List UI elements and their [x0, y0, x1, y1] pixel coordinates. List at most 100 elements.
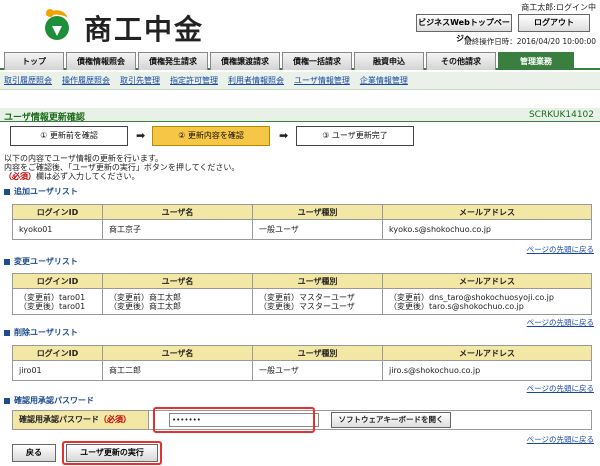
add-users-table: ログインID ユーザ名 ユーザ種別 メールアドレス kyoko01 商工京子 一… [12, 204, 592, 240]
password-highlight-frame [153, 407, 315, 433]
tab-other-requests[interactable]: その他請求 [426, 52, 496, 70]
page-top-link[interactable]: ページの先頭に戻る [527, 244, 594, 255]
cell-login-id: kyoko01 [12, 219, 103, 240]
subnav-operation-history[interactable]: 操作履歴照会 [62, 75, 110, 86]
col-email: メールアドレス [382, 345, 592, 361]
cell-email: kyoko.s@shokochuo.co.jp [382, 219, 592, 240]
tab-claim-issue[interactable]: 債権発生請求 [138, 52, 208, 70]
col-login-id: ログインID [12, 273, 103, 289]
subnav-user-info-inquiry[interactable]: 利用者情報照会 [228, 75, 284, 86]
cell-login-id: jiro01 [12, 360, 103, 381]
tab-top[interactable]: トップ [4, 52, 64, 70]
required-marker: （必須） [4, 172, 36, 181]
section-change-users: 変更ユーザリスト [4, 256, 78, 267]
software-keyboard-button[interactable]: ソフトウェアキーボードを開く [331, 412, 451, 428]
subnav-company-management[interactable]: 企業情報管理 [360, 75, 408, 86]
sub-navigation: 取引履歴照会 操作履歴照会 取引先管理 指定許可管理 利用者情報照会 ユーザ情報… [0, 72, 600, 90]
step-confirm-changes: ② 更新内容を確認 [152, 126, 270, 146]
section-bullet-icon [4, 188, 10, 195]
section-title: 確認用承認パスワード [14, 396, 94, 405]
subnav-transaction-history[interactable]: 取引履歴照会 [4, 75, 52, 86]
cell-user-name: （変更前）商工太郎 （変更後）商工太郎 [102, 288, 253, 315]
tab-claim-batch[interactable]: 債権一括請求 [282, 52, 352, 70]
section-delete-users: 削除ユーザリスト [4, 327, 78, 338]
intro-line-2: 内容をご確認後、「ユーザ更新の実行」ボタンを押してください。 [4, 163, 240, 172]
table-header-row: ログインID ユーザ名 ユーザ種別 メールアドレス [12, 204, 592, 220]
table-row: kyoko01 商工京子 一般ユーザ kyoko.s@shokochuo.co.… [12, 219, 592, 240]
subnav-permission-management[interactable]: 指定許可管理 [170, 75, 218, 86]
back-button[interactable]: 戻る [12, 444, 56, 462]
step-arrow-icon: ➡ [136, 129, 146, 142]
intro-text: 以下の内容でユーザ情報の更新を行います。 内容をご確認後、「ユーザ更新の実行」ボ… [4, 154, 239, 181]
screen-code: SCRKUK14102 [528, 110, 594, 120]
cell-login-id: （変更前）taro01 （変更後）taro01 [12, 288, 103, 315]
col-user-name: ユーザ名 [102, 273, 253, 289]
before-value: （変更前）マスターユーザ [259, 292, 355, 302]
col-user-type: ユーザ種別 [252, 273, 383, 289]
cell-user-name: 商工二郎 [102, 360, 253, 381]
section-bullet-icon [4, 258, 10, 265]
tab-claim-inquiry[interactable]: 債権情報照会 [66, 52, 136, 70]
password-label-text: 確認用承認パスワード [19, 415, 99, 424]
col-user-type: ユーザ種別 [252, 204, 383, 220]
before-value: （変更前）taro01 [19, 292, 86, 302]
tab-loan-application[interactable]: 融資申込 [354, 52, 424, 70]
subnav-partner-management[interactable]: 取引先管理 [120, 75, 160, 86]
cell-user-type: 一般ユーザ [252, 219, 383, 240]
user-greeting: 商工太郎:ログイン中 [521, 3, 596, 12]
cell-user-name: 商工京子 [102, 219, 253, 240]
delete-users-table: ログインID ユーザ名 ユーザ種別 メールアドレス jiro01 商工二郎 一般… [12, 345, 592, 381]
col-login-id: ログインID [12, 345, 103, 361]
execute-highlight-frame [62, 441, 162, 465]
page-title-bar: ユーザ情報更新確認 SCRKUK14102 [0, 108, 600, 123]
logout-button[interactable]: ログアウト [518, 14, 590, 32]
col-email: メールアドレス [382, 273, 592, 289]
after-value: （変更後）マスターユーザ [259, 301, 355, 311]
col-email: メールアドレス [382, 204, 592, 220]
intro-line-3: 欄は必ず入力してください。 [36, 172, 140, 181]
cell-email: jiro.s@shokochuo.co.jp [382, 360, 592, 381]
password-label: 確認用承認パスワード（必須） [13, 411, 149, 429]
header: 商工中金 商工太郎:ログイン中 ビジネスWebトップページへ ログアウト 最終操… [0, 0, 600, 48]
col-login-id: ログインID [12, 204, 103, 220]
before-value: （変更前）dns_taro@shokochuosyoji.co.jp [389, 292, 554, 302]
table-header-row: ログインID ユーザ名 ユーザ種別 メールアドレス [12, 273, 592, 289]
section-title: 変更ユーザリスト [14, 257, 78, 266]
after-value: （変更後）商工太郎 [109, 301, 181, 311]
business-web-top-button[interactable]: ビジネスWebトップページへ [416, 14, 512, 43]
subnav-user-management[interactable]: ユーザ情報管理 [294, 75, 350, 86]
tab-claim-transfer[interactable]: 債権譲渡請求 [210, 52, 280, 70]
page-title: ユーザ情報更新確認 [4, 113, 85, 123]
step-arrow-icon: ➡ [279, 129, 289, 142]
change-users-table: ログインID ユーザ名 ユーザ種別 メールアドレス （変更前）taro01 （変更… [12, 273, 592, 315]
last-operation-time: 最終操作日時：2016/04/20 10:00:00 [464, 37, 596, 46]
logo-mark-icon [45, 9, 69, 40]
section-bullet-icon [4, 329, 10, 336]
step-update-complete: ③ ユーザ更新完了 [296, 126, 414, 146]
table-row: jiro01 商工二郎 一般ユーザ jiro.s@shokochuo.co.jp [12, 360, 592, 381]
before-value: （変更前）商工太郎 [109, 292, 181, 302]
main-tabs: トップ 債権情報照会 債権発生請求 債権譲渡請求 債権一括請求 融資申込 その他… [0, 50, 600, 70]
section-title: 削除ユーザリスト [14, 328, 78, 337]
table-header-row: ログインID ユーザ名 ユーザ種別 メールアドレス [12, 345, 592, 361]
brand-logo: 商工中金 [38, 6, 248, 46]
page-top-link[interactable]: ページの先頭に戻る [527, 317, 594, 328]
col-user-name: ユーザ名 [102, 345, 253, 361]
page-top-link[interactable]: ページの先頭に戻る [527, 383, 594, 394]
section-add-users: 追加ユーザリスト [4, 186, 78, 197]
section-bullet-icon [4, 397, 10, 404]
after-value: （変更後）taro.s@shokochuo.co.jp [389, 301, 524, 311]
col-user-name: ユーザ名 [102, 204, 253, 220]
cell-user-type: （変更前）マスターユーザ （変更後）マスターユーザ [252, 288, 383, 315]
tab-management[interactable]: 管理業務 [498, 52, 574, 70]
cell-user-type: 一般ユーザ [252, 360, 383, 381]
step-confirm-before: ① 更新前を確認 [10, 126, 128, 146]
section-approval-password: 確認用承認パスワード [4, 395, 94, 406]
logo-text: 商工中金 [84, 13, 205, 46]
after-value: （変更後）taro01 [19, 301, 86, 311]
required-marker: （必須） [99, 415, 131, 424]
page-top-link[interactable]: ページの先頭に戻る [527, 434, 594, 445]
section-title: 追加ユーザリスト [14, 187, 78, 196]
table-row: （変更前）taro01 （変更後）taro01 （変更前）商工太郎 （変更後）商工太… [12, 288, 592, 315]
intro-line-1: 以下の内容でユーザ情報の更新を行います。 [4, 154, 164, 163]
